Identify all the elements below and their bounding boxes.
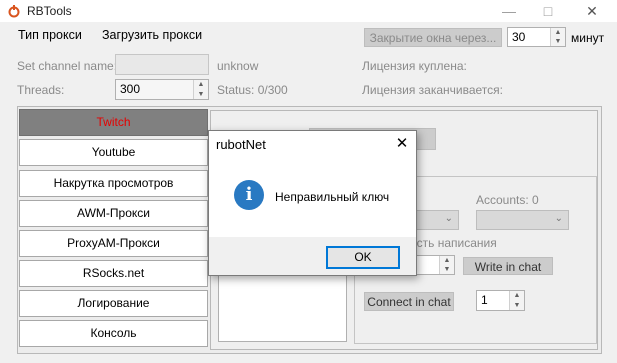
channel-name-input[interactable] — [115, 54, 209, 75]
menu-proxy-type[interactable]: Тип прокси — [18, 28, 82, 42]
threads-arrows[interactable]: ▲ ▼ — [193, 80, 208, 99]
accounts-list[interactable] — [218, 272, 347, 342]
threads-value: 300 — [120, 82, 141, 96]
close-minutes-value: 30 — [512, 30, 526, 44]
accounts-combo[interactable]: ⌄ — [476, 210, 569, 230]
set-channel-label: Set channel name: — [17, 59, 118, 73]
message-dialog: rubotNet ✕ i Неправильный ключ OK — [208, 130, 417, 276]
connect-in-chat-button[interactable]: Connect in chat — [364, 292, 454, 311]
dialog-message: Неправильный ключ — [275, 190, 390, 204]
spin-down-icon[interactable]: ▼ — [194, 90, 208, 100]
license-bought-label: Лицензия куплена: — [362, 59, 467, 73]
spin-down-icon[interactable]: ▼ — [510, 301, 524, 311]
dialog-title: rubotNet — [216, 137, 266, 152]
menu-load-proxy[interactable]: Загрузить прокси — [102, 28, 202, 42]
spin-down-icon[interactable]: ▼ — [551, 37, 565, 46]
connect-count-value: 1 — [481, 293, 488, 307]
close-icon: ✕ — [395, 135, 409, 152]
nav-item-youtube[interactable]: Youtube — [19, 139, 208, 166]
app-logo-icon — [8, 5, 20, 18]
nav-item-console[interactable]: Консоль — [19, 320, 208, 347]
chevron-down-icon: ⌄ — [444, 213, 453, 224]
nav-item-awm-proxy[interactable]: AWM-Прокси — [19, 200, 208, 227]
channel-status-text: unknow — [217, 59, 259, 73]
close-minutes-stepper[interactable]: 30 ▲ ▼ — [507, 27, 566, 47]
window-title: RBTools — [27, 4, 72, 18]
connect-count-arrows[interactable]: ▲ ▼ — [509, 291, 524, 310]
spin-up-icon[interactable]: ▲ — [510, 291, 524, 301]
threads-status-text: Status: 0/300 — [217, 83, 288, 97]
spin-up-icon[interactable]: ▲ — [440, 256, 454, 265]
write-speed-label: ость написания — [410, 236, 497, 250]
chevron-down-icon: ⌄ — [554, 213, 563, 224]
nav-item-views-boost[interactable]: Накрутка просмотров — [19, 170, 208, 197]
maximize-button[interactable]: □ — [528, 2, 568, 20]
nav-item-logging[interactable]: Логирование — [19, 290, 208, 317]
close-minutes-arrows[interactable]: ▲ ▼ — [550, 28, 565, 46]
nav-item-twitch[interactable]: Twitch — [19, 109, 208, 136]
ok-button[interactable]: OK — [326, 246, 400, 269]
nav-item-rsocks[interactable]: RSocks.net — [19, 260, 208, 287]
spin-up-icon[interactable]: ▲ — [194, 80, 208, 90]
write-in-chat-button[interactable]: Write in chat — [463, 257, 553, 275]
nav-item-proxyam-proxy[interactable]: ProxyAM-Прокси — [19, 230, 208, 257]
spin-up-icon[interactable]: ▲ — [551, 28, 565, 37]
close-window-timer-button[interactable]: Закрытие окна через... — [364, 28, 502, 47]
threads-stepper[interactable]: 300 ▲ ▼ — [115, 79, 209, 100]
license-expires-label: Лицензия заканчивается: — [362, 83, 503, 97]
accounts-count-label: Accounts: 0 — [476, 193, 539, 207]
dialog-close-button[interactable]: ✕ — [389, 132, 415, 156]
minutes-label: минут — [571, 31, 605, 45]
minimize-button[interactable]: — — [489, 2, 529, 20]
threads-label: Threads: — [17, 83, 65, 97]
info-icon: i — [234, 180, 264, 210]
write-speed-arrows[interactable]: ▲ ▼ — [439, 256, 454, 274]
spin-down-icon[interactable]: ▼ — [440, 265, 454, 274]
close-window-button[interactable]: ✕ — [572, 2, 612, 20]
connect-count-stepper[interactable]: 1 ▲ ▼ — [476, 290, 525, 311]
